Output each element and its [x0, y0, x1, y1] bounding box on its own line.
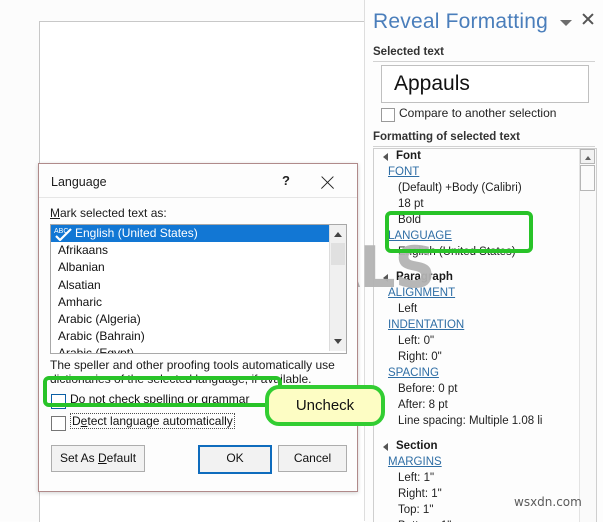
- checkbox-box: [381, 108, 395, 122]
- dialog-title: Language: [51, 175, 107, 189]
- formatting-value: Left: [398, 303, 418, 315]
- language-dialog: Language ? Mark selected text as: ABC Eng…: [38, 163, 358, 492]
- language-items: ABC English (United States) Afrikaans Alban…: [51, 225, 346, 353]
- language-list-item[interactable]: Amharic: [51, 294, 346, 311]
- reveal-formatting-pane: Reveal Formatting Selected text Appauls …: [364, 0, 603, 522]
- formatting-group-header[interactable]: Font: [374, 149, 576, 165]
- language-list-item[interactable]: Albanian: [51, 259, 346, 276]
- compare-label: Compare to another selection: [399, 106, 557, 120]
- expand-triangle-icon: [383, 153, 388, 161]
- checkbox-box: [51, 416, 66, 431]
- formatting-value: Right: 0": [398, 351, 442, 363]
- checkbox-label: Do not check spelling or grammar: [70, 392, 250, 406]
- formatting-label: Formatting of selected text: [373, 131, 520, 143]
- compare-to-another-selection-checkbox[interactable]: Compare to another selection: [381, 106, 591, 124]
- selected-text-label: Selected text: [373, 46, 444, 58]
- scroll-up-icon[interactable]: [580, 149, 595, 164]
- uncheck-callout: Uncheck: [265, 385, 385, 426]
- formatting-value: 18 pt: [398, 198, 424, 210]
- formatting-link[interactable]: SPACING: [374, 366, 576, 382]
- expand-triangle-icon: [383, 443, 388, 451]
- question-mark-icon[interactable]: ?: [278, 173, 294, 191]
- cancel-button[interactable]: Cancel: [278, 445, 347, 472]
- ok-button[interactable]: OK: [198, 445, 272, 474]
- selected-text-value: Appauls: [394, 72, 470, 95]
- formatting-value: (Default) +Body (Calibri): [398, 182, 522, 194]
- scrollbar-thumb[interactable]: [331, 243, 345, 265]
- language-list-item[interactable]: Arabic (Bahrain): [51, 328, 346, 345]
- formatting-details-list[interactable]: Font FONT (Default) +Body (Calibri) 18 pt Bo…: [373, 148, 597, 522]
- page-title: Reveal Formatting: [373, 10, 548, 33]
- formatting-link[interactable]: ALIGNMENT: [374, 286, 576, 302]
- formatting-entries: Font FONT (Default) +Body (Calibri) 18 pt Bo…: [374, 149, 576, 522]
- checkbox-box: [51, 394, 66, 409]
- divider: [373, 146, 595, 147]
- selected-text-box: Appauls: [381, 65, 589, 103]
- mark-selected-text-label: Mark selected text as:: [50, 206, 167, 220]
- formatting-link[interactable]: LANGUAGE: [374, 229, 576, 245]
- language-listbox[interactable]: ABC English (United States) Afrikaans Alban…: [50, 224, 347, 354]
- callout-text: Uncheck: [295, 397, 355, 414]
- divider: [373, 61, 595, 62]
- formatting-value: English (United States): [398, 246, 516, 258]
- scroll-down-icon[interactable]: [330, 334, 346, 351]
- chevron-down-icon[interactable]: [560, 20, 572, 26]
- formatting-group-header[interactable]: Section: [374, 439, 576, 455]
- formatting-scrollbar[interactable]: [579, 149, 596, 522]
- formatting-value: After: 8 pt: [398, 399, 448, 411]
- expand-triangle-icon: [383, 274, 388, 282]
- formatting-value: Before: 0 pt: [398, 383, 458, 395]
- proofing-hint-line2: dictionaries of the selected language, i…: [50, 372, 312, 386]
- divider: [39, 197, 357, 198]
- language-list-item[interactable]: Alsatian: [51, 277, 346, 294]
- formatting-value: Line spacing: Multiple 1.08 li: [398, 415, 543, 427]
- formatting-value: Bold: [398, 214, 422, 226]
- close-icon[interactable]: [580, 11, 596, 27]
- formatting-link[interactable]: INDENTATION: [374, 318, 576, 334]
- checkbox-label: Detect language automatically: [70, 413, 235, 429]
- spellcheck-abc-icon: ABC: [54, 228, 72, 241]
- scroll-up-icon[interactable]: [330, 225, 346, 242]
- formatting-value: Left: 0": [398, 335, 435, 347]
- proofing-hint-line1: The speller and other proofing tools aut…: [50, 358, 335, 372]
- formatting-value: Left: 1": [398, 472, 435, 484]
- scrollbar-thumb[interactable]: [580, 165, 595, 191]
- formatting-link[interactable]: FONT: [374, 165, 576, 181]
- formatting-group-header[interactable]: Paragraph: [374, 270, 576, 286]
- language-list-scrollbar[interactable]: [329, 225, 346, 351]
- formatting-link[interactable]: MARGINS: [374, 455, 576, 471]
- language-list-item[interactable]: Arabic (Egypt): [51, 345, 346, 353]
- language-list-item[interactable]: ABC English (United States): [51, 225, 333, 243]
- close-icon[interactable]: [319, 174, 336, 191]
- language-list-item[interactable]: Afrikaans: [51, 242, 346, 259]
- set-as-default-button[interactable]: Set As Default: [51, 445, 145, 472]
- language-list-item[interactable]: Arabic (Algeria): [51, 311, 346, 328]
- site-watermark: wsxdn.com: [514, 495, 582, 509]
